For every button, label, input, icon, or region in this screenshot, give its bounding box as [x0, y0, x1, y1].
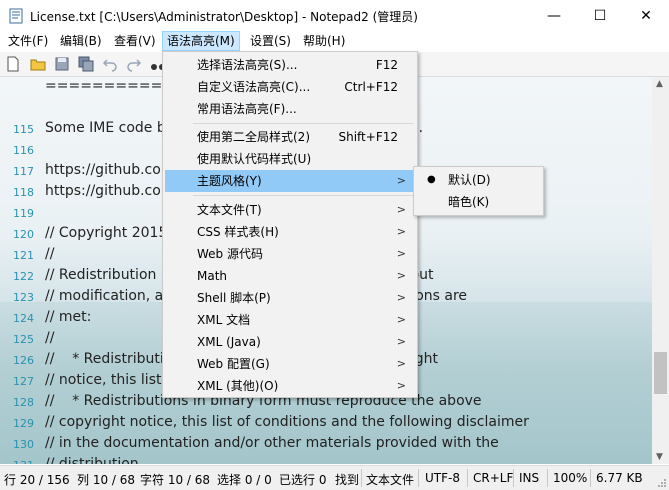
status-selection: 选择 0 / 0 [217, 473, 272, 487]
chevron-right-icon: > [396, 225, 406, 238]
menu-item-xml-other[interactable]: XML (其他)(O) > [165, 375, 415, 397]
save-all-icon[interactable] [78, 56, 94, 72]
menu-item-second-global-style[interactable]: 使用第二全局样式(2) Shift+F12 [165, 126, 415, 148]
menu-edit[interactable]: 编辑(B) [56, 32, 106, 50]
chevron-right-icon: > [396, 291, 406, 304]
chevron-right-icon: > [396, 269, 406, 282]
menu-settings[interactable]: 设置(S) [246, 32, 295, 50]
close-icon: ✕ [640, 7, 652, 24]
chevron-right-icon: > [396, 379, 406, 392]
menu-item-default-code-style[interactable]: 使用默认代码样式(U) [165, 148, 415, 170]
radio-bullet-icon: ● [427, 174, 436, 185]
syntax-menu: 选择语法高亮(S)... F12 自定义语法高亮(C)... Ctrl+F12 常用… [162, 51, 418, 398]
menu-syntax[interactable]: 语法高亮(M) [162, 31, 240, 51]
status-separator [590, 469, 591, 487]
chevron-right-icon: > [396, 203, 406, 216]
status-line-ending[interactable]: CR+LF [473, 471, 513, 485]
scrollbar-thumb[interactable] [654, 352, 667, 394]
minimize-button[interactable]: — [531, 0, 577, 31]
menu-file[interactable]: 文件(F) [4, 32, 52, 50]
status-file-type[interactable]: 文本文件 [366, 471, 414, 488]
maximize-icon: ☐ [593, 7, 607, 24]
menu-item-xml-java[interactable]: XML (Java) > [165, 331, 415, 353]
status-bar: 行 20 / 156 列 10 / 68 字符 10 / 68 选择 0 / 0… [0, 465, 669, 490]
status-separator [467, 469, 468, 487]
menu-item-css[interactable]: CSS 样式表(H) > [165, 221, 415, 243]
title-bar: License.txt [C:\Users\Administrator\Desk… [0, 0, 669, 32]
menu-item-xml-document[interactable]: XML 文档 > [165, 309, 415, 331]
redo-icon[interactable] [126, 56, 142, 72]
scroll-up-icon[interactable]: ▲ [656, 79, 663, 89]
vertical-scrollbar[interactable]: ▲ ▼ [652, 77, 669, 464]
open-folder-icon[interactable] [30, 56, 46, 72]
menu-item-theme[interactable]: 主题风格(Y) > [165, 170, 415, 192]
status-found: 找到 [335, 473, 360, 487]
menu-item-web-config[interactable]: Web 配置(G) > [165, 353, 415, 375]
status-insert-mode[interactable]: INS [519, 471, 539, 485]
status-column: 列 10 / 68 [77, 473, 136, 487]
menu-item-math[interactable]: Math > [165, 265, 415, 287]
menu-separator [193, 195, 413, 196]
chevron-right-icon: > [396, 357, 406, 370]
maximize-button[interactable]: ☐ [577, 0, 623, 31]
status-selected-lines: 已选行 0 [279, 473, 327, 487]
menu-item-web-source[interactable]: Web 源代码 > [165, 243, 415, 265]
editor-line: 129// copyright notice, this list of con… [13, 414, 529, 430]
menu-item-shell-script[interactable]: Shell 脚本(P) > [165, 287, 415, 309]
editor-line: 131// distribution. [13, 456, 144, 464]
menu-item-theme-default[interactable]: ● 默认(D) [416, 169, 541, 191]
resize-grip-icon[interactable] [657, 478, 667, 488]
window-title: License.txt [C:\Users\Administrator\Desk… [30, 10, 418, 24]
new-file-icon[interactable] [5, 56, 21, 72]
status-separator [547, 469, 548, 487]
menu-help[interactable]: 帮助(H) [299, 32, 349, 50]
chevron-right-icon: > [396, 313, 406, 326]
status-zoom: 100% [553, 471, 588, 485]
menu-bar: 文件(F) 编辑(B) 查看(V) 语法高亮(M) 设置(S) 帮助(H) [0, 31, 669, 51]
menu-item-favorite-schemes[interactable]: 常用语法高亮(F)... [165, 98, 415, 120]
close-button[interactable]: ✕ [623, 0, 669, 31]
save-icon[interactable] [54, 56, 70, 72]
status-separator [361, 469, 362, 487]
notepad2-app-icon[interactable] [8, 8, 24, 24]
chevron-right-icon: > [396, 335, 406, 348]
menu-separator [193, 123, 413, 124]
scroll-down-icon[interactable]: ▼ [656, 452, 663, 462]
chevron-right-icon: > [396, 174, 406, 187]
status-separator [418, 469, 419, 487]
status-file-size: 6.77 KB [596, 471, 643, 485]
status-encoding[interactable]: UTF-8 [425, 471, 460, 485]
status-char: 字符 10 / 68 [140, 473, 211, 487]
menu-item-text-file[interactable]: 文本文件(T) > [165, 199, 415, 221]
minimize-icon: — [547, 7, 561, 24]
theme-submenu: ● 默认(D) 暗色(K) [413, 166, 544, 216]
chevron-right-icon: > [396, 247, 406, 260]
menu-view[interactable]: 查看(V) [110, 32, 160, 50]
status-line: 行 20 / 156 [4, 473, 70, 487]
menu-item-select-scheme[interactable]: 选择语法高亮(S)... F12 [165, 54, 415, 76]
menu-item-custom-scheme[interactable]: 自定义语法高亮(C)... Ctrl+F12 [165, 76, 415, 98]
undo-icon[interactable] [102, 56, 118, 72]
status-separator [513, 469, 514, 487]
menu-item-theme-dark[interactable]: 暗色(K) [416, 191, 541, 213]
editor-line: 130// in the documentation and/or other … [13, 435, 499, 451]
